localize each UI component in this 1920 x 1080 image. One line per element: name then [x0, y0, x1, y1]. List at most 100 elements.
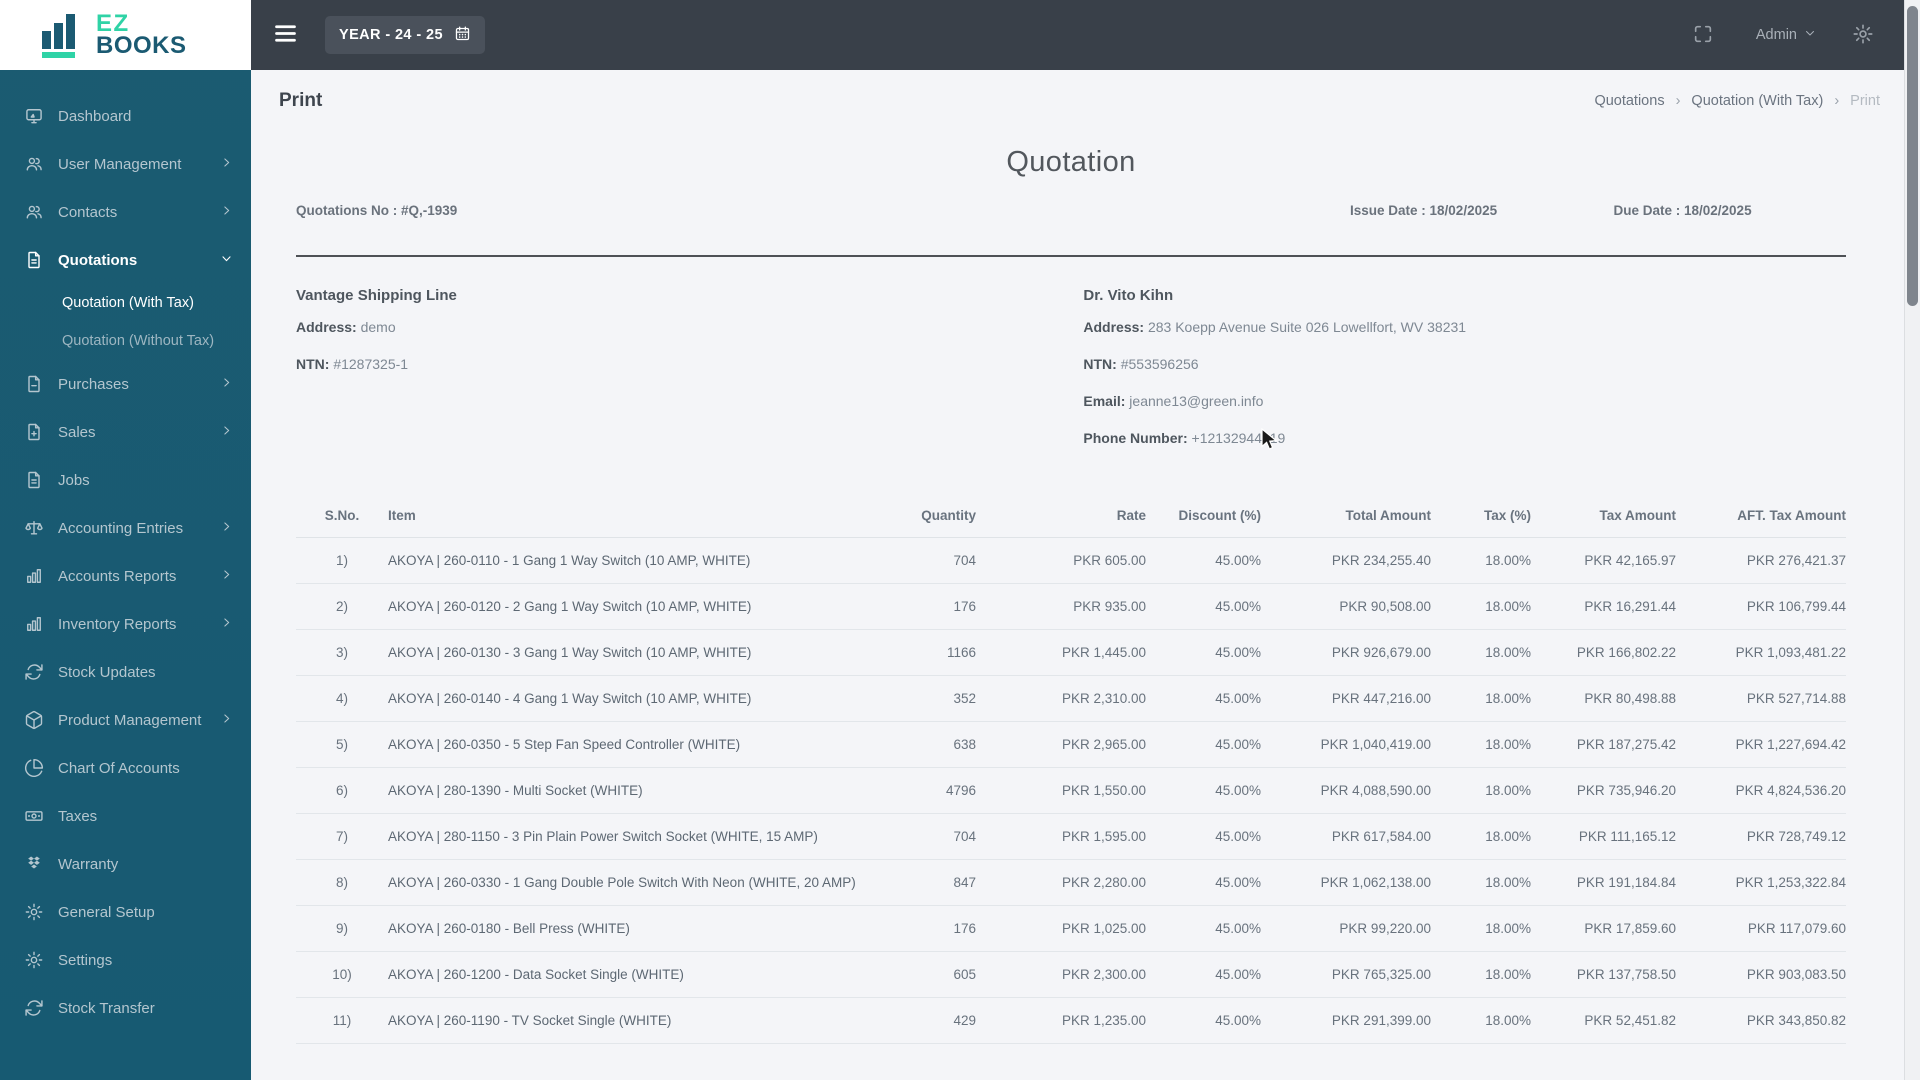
gear-icon — [24, 950, 44, 970]
sidebar-item-sales[interactable]: Sales — [0, 408, 251, 456]
chevron-right-icon — [220, 424, 233, 441]
cell-aft-tax-amount: PKR 1,093,481.22 — [1676, 629, 1846, 676]
sidebar-item-jobs[interactable]: Jobs — [0, 456, 251, 504]
admin-label: Admin — [1755, 27, 1797, 43]
cell-aft-tax-amount: PKR 728,749.12 — [1676, 813, 1846, 860]
sidebar-item-label: Stock Transfer — [58, 999, 155, 1017]
cell-aft-tax-amount: PKR 4,824,536.20 — [1676, 767, 1846, 814]
sidebar-item-accounts-reports[interactable]: Accounts Reports — [0, 552, 251, 600]
cell-item: AKOYA | 260-0130 - 3 Gang 1 Way Switch (… — [388, 629, 866, 676]
sidebar-item-stock-transfer[interactable]: Stock Transfer — [0, 984, 251, 1032]
sidebar-item-label: Chart Of Accounts — [58, 759, 180, 777]
cell-total-amount: PKR 291,399.00 — [1261, 997, 1431, 1044]
fullscreen-button[interactable] — [1692, 23, 1714, 48]
cell-discount: 45.00% — [1146, 767, 1261, 814]
chevron-down-icon — [220, 252, 233, 269]
cell-total-amount: PKR 1,062,138.00 — [1261, 859, 1431, 906]
vertical-scrollbar[interactable] — [1904, 0, 1920, 1080]
refresh-icon — [24, 662, 44, 682]
column-header-total-amount: Total Amount — [1261, 496, 1431, 538]
field-value: 283 Koepp Avenue Suite 026 Lowellfort, W… — [1147, 319, 1467, 335]
breadcrumb-quotations[interactable]: Quotations — [1594, 93, 1664, 109]
sidebar-item-purchases[interactable]: Purchases — [0, 360, 251, 408]
cell-discount: 45.00% — [1146, 997, 1261, 1044]
sidebar-item-user-management[interactable]: User Management — [0, 140, 251, 188]
cell-tax-amount: PKR 137,758.50 — [1531, 951, 1676, 998]
document-meta: Quotations No : #Q,-1939 Issue Date : 18… — [296, 203, 1846, 221]
sidebar-item-general-setup[interactable]: General Setup — [0, 888, 251, 936]
fullscreen-icon — [1692, 23, 1714, 48]
file-plus-icon — [24, 422, 44, 442]
cell-s-no: 5) — [296, 721, 388, 768]
cell-tax-amount: PKR 191,184.84 — [1531, 859, 1676, 906]
cell-total-amount: PKR 99,220.00 — [1261, 905, 1431, 952]
info-field-ntn: NTN: #1287325-1 — [296, 356, 1083, 372]
package-icon — [24, 710, 44, 730]
sidebar-item-quotations[interactable]: Quotations — [0, 236, 251, 284]
field-label: NTN: — [1083, 356, 1121, 372]
cell-rate: PKR 2,280.00 — [976, 859, 1146, 906]
cell-tax: 18.00% — [1431, 537, 1531, 584]
fiscal-year-selector[interactable]: YEAR - 24 - 25 — [325, 16, 485, 54]
sidebar-item-settings[interactable]: Settings — [0, 936, 251, 984]
cell-rate: PKR 2,300.00 — [976, 951, 1146, 998]
brand-logo[interactable]: EZ BOOKS — [0, 0, 251, 70]
cell-discount: 45.00% — [1146, 629, 1261, 676]
cell-aft-tax-amount: PKR 1,227,694.42 — [1676, 721, 1846, 768]
sidebar-item-stock-updates[interactable]: Stock Updates — [0, 648, 251, 696]
cell-quantity: 4796 — [866, 767, 976, 814]
line-items-table: S.No. Item Quantity Rate Discount (%) Total A… — [296, 496, 1846, 1044]
cell-rate: PKR 2,965.00 — [976, 721, 1146, 768]
cell-rate: PKR 1,235.00 — [976, 997, 1146, 1044]
sidebar-item-inventory-reports[interactable]: Inventory Reports — [0, 600, 251, 648]
admin-menu[interactable]: Admin — [1756, 27, 1816, 43]
company-name: Vantage Shipping Line — [296, 287, 457, 304]
cell-rate: PKR 2,310.00 — [976, 675, 1146, 722]
sidebar-subitem-quotation-without-tax[interactable]: Quotation (Without Tax) — [0, 322, 251, 360]
table-row: 3) AKOYA | 260-0130 - 3 Gang 1 Way Switch… — [296, 629, 1846, 676]
cell-s-no: 1) — [296, 537, 388, 584]
sidebar-item-chart-of-accounts[interactable]: Chart Of Accounts — [0, 744, 251, 792]
cell-tax: 18.00% — [1431, 997, 1531, 1044]
cell-quantity: 847 — [866, 859, 976, 906]
due-date: Due Date : 18/02/2025 — [1613, 203, 1752, 218]
cell-s-no: 4) — [296, 675, 388, 722]
cell-tax-amount: PKR 735,946.20 — [1531, 767, 1676, 814]
sidebar-item-accounting-entries[interactable]: Accounting Entries — [0, 504, 251, 552]
menu-toggle-button[interactable] — [272, 20, 299, 50]
sidebar-item-taxes[interactable]: Taxes — [0, 792, 251, 840]
customer-block: Dr. Vito Kihn Address: 283 Koepp Avenue … — [1083, 287, 1846, 446]
cell-tax-amount: PKR 52,451.82 — [1531, 997, 1676, 1044]
header-divider — [296, 255, 1846, 257]
app: EZ BOOKS Dashboard User Management Contact… — [0, 0, 1920, 1080]
column-header-discount: Discount (%) — [1146, 496, 1261, 538]
cell-total-amount: PKR 1,040,419.00 — [1261, 721, 1431, 768]
sidebar-item-label: Sales — [58, 423, 96, 441]
company-block: Vantage Shipping Line Address: demo NTN: … — [296, 287, 1083, 446]
field-label: NTN: — [296, 356, 334, 372]
sidebar-item-product-management[interactable]: Product Management — [0, 696, 251, 744]
settings-button[interactable] — [1852, 23, 1874, 48]
cell-tax: 18.00% — [1431, 583, 1531, 630]
sidebar-nav: Dashboard User Management Contacts Quotatio… — [0, 92, 251, 1080]
calendar-icon — [454, 25, 471, 46]
breadcrumb-quotation-with-tax[interactable]: Quotation (With Tax) — [1691, 93, 1823, 109]
sidebar-subitem-quotation-with-tax[interactable]: Quotation (With Tax) — [0, 284, 251, 322]
cell-aft-tax-amount: PKR 903,083.50 — [1676, 951, 1846, 998]
parties-section: Vantage Shipping Line Address: demo NTN: … — [296, 287, 1846, 446]
info-field-ntn: NTN: #553596256 — [1083, 356, 1846, 372]
scrollbar-thumb[interactable] — [1907, 6, 1918, 306]
sidebar-item-contacts[interactable]: Contacts — [0, 188, 251, 236]
sidebar-item-warranty[interactable]: Warranty — [0, 840, 251, 888]
chevron-right-icon — [220, 376, 233, 393]
sidebar-item-label: Contacts — [58, 203, 118, 221]
table-row: 1) AKOYA | 260-0110 - 1 Gang 1 Way Switch… — [296, 537, 1846, 584]
cell-tax: 18.00% — [1431, 721, 1531, 768]
chevron-right-icon — [220, 616, 233, 633]
cell-item: AKOYA | 280-1150 - 3 Pin Plain Power Swi… — [388, 813, 866, 860]
warranty-icon — [24, 854, 44, 874]
sidebar-item-label: Accounting Entries — [58, 519, 184, 537]
customer-name: Dr. Vito Kihn — [1083, 287, 1174, 304]
cell-rate: PKR 1,025.00 — [976, 905, 1146, 952]
sidebar-item-dashboard[interactable]: Dashboard — [0, 92, 251, 140]
